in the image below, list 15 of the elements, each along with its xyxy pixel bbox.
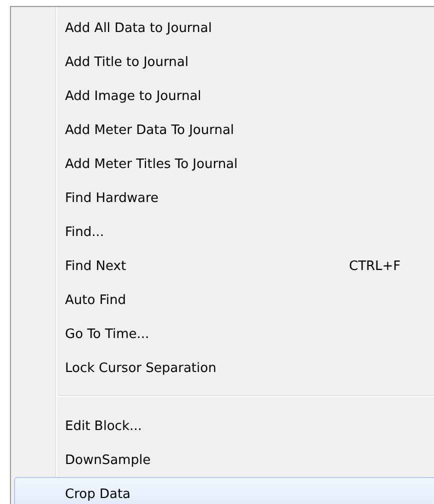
menu-item[interactable]: DownSample (14, 443, 434, 477)
menu-item[interactable]: Add Title to Journal (14, 45, 434, 79)
menu-item[interactable]: Add Meter Data To Journal (14, 113, 434, 147)
menu-item[interactable]: Add All Data to Journal (14, 11, 434, 45)
menu-item[interactable]: Find Next CTRL+F (14, 249, 434, 283)
shortcut-text: CTRL+F (349, 258, 401, 274)
menu-item[interactable]: Edit Block... (14, 409, 434, 443)
menu-item[interactable]: Auto Find (14, 283, 434, 317)
menu-item[interactable]: Add Meter Titles To Journal (14, 147, 434, 181)
menu-item[interactable]: Find Hardware (14, 181, 434, 215)
menu-item[interactable]: Go To Time... (14, 317, 434, 351)
menu-item[interactable]: Add Image to Journal (14, 79, 434, 113)
menu-item[interactable]: Find... (14, 215, 434, 249)
menu-item[interactable]: Crop Data (14, 477, 434, 504)
menu-item[interactable]: Lock Cursor Separation (14, 351, 434, 385)
